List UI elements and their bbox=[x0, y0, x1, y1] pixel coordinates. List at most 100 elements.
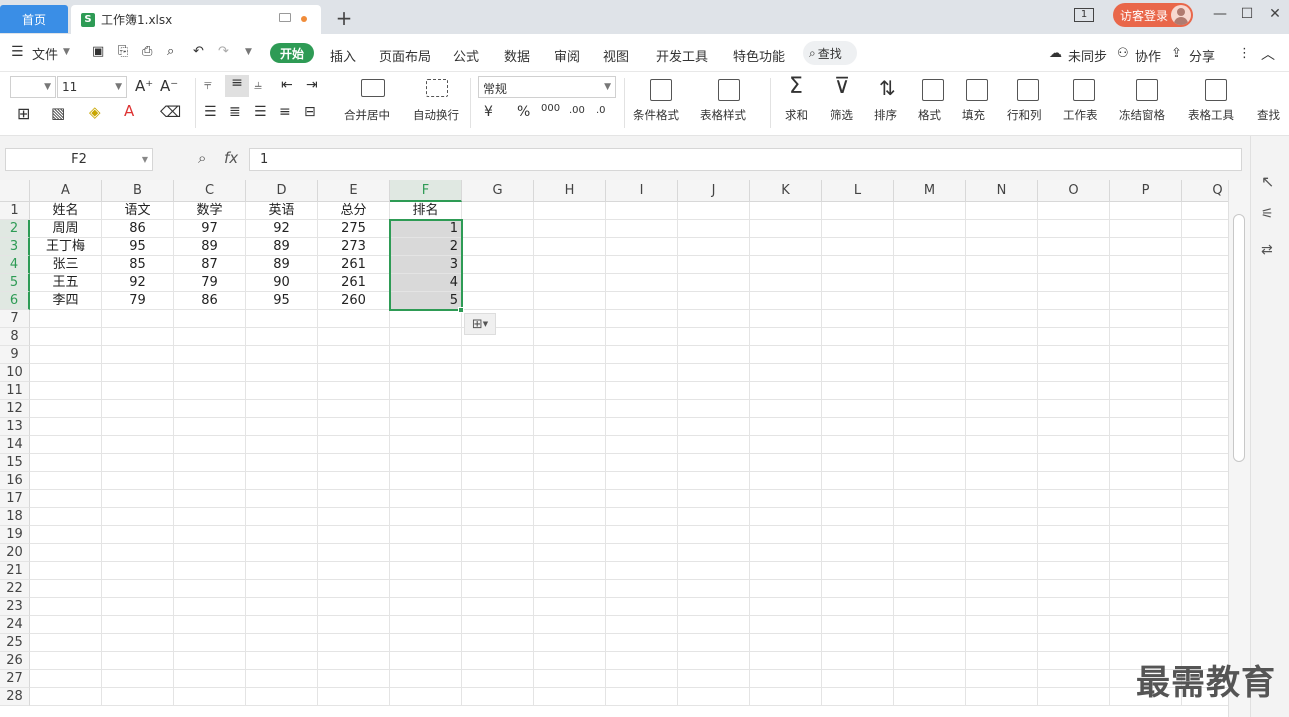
table-cell[interactable] bbox=[1110, 328, 1182, 346]
borders-icon[interactable]: ⊞ bbox=[17, 104, 30, 123]
table-cell[interactable] bbox=[390, 580, 462, 598]
fill-down-icon[interactable] bbox=[966, 79, 988, 101]
table-cell[interactable] bbox=[750, 364, 822, 382]
table-cell[interactable] bbox=[1038, 652, 1110, 670]
table-cell[interactable] bbox=[462, 364, 534, 382]
table-cell[interactable] bbox=[822, 346, 894, 364]
collab-icon[interactable]: ⚇ bbox=[1117, 46, 1129, 61]
table-cell[interactable] bbox=[246, 310, 318, 328]
column-header[interactable]: F bbox=[390, 180, 462, 202]
table-cell[interactable] bbox=[966, 238, 1038, 256]
table-cell[interactable] bbox=[822, 634, 894, 652]
row-header[interactable]: 24 bbox=[0, 616, 30, 634]
column-header[interactable]: O bbox=[1038, 180, 1110, 202]
table-cell[interactable] bbox=[966, 544, 1038, 562]
table-cell[interactable] bbox=[966, 328, 1038, 346]
table-cell[interactable] bbox=[678, 382, 750, 400]
table-cell[interactable]: 275 bbox=[318, 220, 390, 238]
row-header[interactable]: 7 bbox=[0, 310, 30, 328]
table-cell[interactable] bbox=[606, 508, 678, 526]
table-cell[interactable] bbox=[318, 598, 390, 616]
table-cell[interactable] bbox=[174, 400, 246, 418]
table-cell[interactable] bbox=[462, 256, 534, 274]
table-cell[interactable] bbox=[1182, 526, 1228, 544]
table-cell[interactable] bbox=[174, 634, 246, 652]
table-cell[interactable] bbox=[102, 382, 174, 400]
table-cell[interactable] bbox=[390, 490, 462, 508]
table-cell[interactable] bbox=[1038, 544, 1110, 562]
table-cell[interactable] bbox=[822, 202, 894, 220]
table-cell[interactable] bbox=[102, 346, 174, 364]
vertical-scrollbar[interactable] bbox=[1228, 180, 1250, 717]
table-cell[interactable] bbox=[966, 670, 1038, 688]
table-cell[interactable] bbox=[750, 274, 822, 292]
table-cell[interactable] bbox=[390, 472, 462, 490]
table-cell[interactable] bbox=[822, 562, 894, 580]
table-cell[interactable] bbox=[462, 580, 534, 598]
table-cell[interactable]: 语文 bbox=[102, 202, 174, 220]
spreadsheet-grid[interactable]: A B C D E F G H I J K L M N O P Q 1 姓名 语文 数学 英语 总分 排名 2 周周 86 97 92 2… bbox=[0, 180, 1228, 717]
menu-tab-formulas[interactable]: 公式 bbox=[453, 46, 479, 65]
table-cell[interactable] bbox=[1038, 670, 1110, 688]
distribute-icon[interactable]: ⊟ bbox=[304, 104, 316, 120]
table-cell[interactable] bbox=[966, 274, 1038, 292]
table-cell[interactable] bbox=[534, 562, 606, 580]
table-cell[interactable] bbox=[246, 328, 318, 346]
table-cell[interactable] bbox=[894, 202, 966, 220]
table-cell[interactable] bbox=[30, 418, 102, 436]
row-header[interactable]: 21 bbox=[0, 562, 30, 580]
table-cell[interactable] bbox=[174, 508, 246, 526]
table-cell[interactable] bbox=[462, 202, 534, 220]
table-cell[interactable] bbox=[966, 472, 1038, 490]
sync-status[interactable]: 未同步 bbox=[1068, 46, 1107, 65]
table-cell[interactable] bbox=[1182, 202, 1228, 220]
table-cell[interactable] bbox=[30, 346, 102, 364]
table-cell[interactable] bbox=[102, 400, 174, 418]
table-cell[interactable] bbox=[1182, 454, 1228, 472]
table-cell[interactable] bbox=[678, 562, 750, 580]
table-cell[interactable] bbox=[1110, 490, 1182, 508]
table-cell[interactable] bbox=[390, 454, 462, 472]
zoom-icon[interactable]: ⌕ bbox=[198, 149, 206, 167]
table-cell[interactable]: 张三 bbox=[30, 256, 102, 274]
table-cell[interactable] bbox=[534, 508, 606, 526]
table-cell[interactable] bbox=[750, 418, 822, 436]
table-cell[interactable] bbox=[966, 346, 1038, 364]
worksheet-button[interactable]: 工作表 bbox=[1063, 107, 1098, 123]
table-cell[interactable] bbox=[1038, 220, 1110, 238]
share-icon[interactable]: ⇪ bbox=[1171, 46, 1182, 61]
table-cell[interactable] bbox=[318, 544, 390, 562]
table-cell[interactable] bbox=[462, 670, 534, 688]
fill-button[interactable]: 填充 bbox=[962, 107, 985, 123]
table-cell[interactable] bbox=[318, 490, 390, 508]
table-cell[interactable]: 总分 bbox=[318, 202, 390, 220]
table-cell[interactable]: 姓名 bbox=[30, 202, 102, 220]
table-cell[interactable] bbox=[1110, 562, 1182, 580]
table-cell[interactable] bbox=[534, 490, 606, 508]
table-cell[interactable] bbox=[318, 616, 390, 634]
table-cell[interactable] bbox=[1110, 220, 1182, 238]
table-cell[interactable] bbox=[750, 238, 822, 256]
table-cell[interactable] bbox=[30, 526, 102, 544]
scrollbar-thumb[interactable] bbox=[1233, 214, 1245, 462]
table-cell[interactable] bbox=[462, 418, 534, 436]
table-cell[interactable] bbox=[606, 346, 678, 364]
table-cell[interactable] bbox=[30, 490, 102, 508]
table-cell[interactable] bbox=[390, 364, 462, 382]
table-cell[interactable]: 王丁梅 bbox=[30, 238, 102, 256]
menu-tab-data[interactable]: 数据 bbox=[504, 46, 530, 65]
table-cell[interactable]: 排名 bbox=[390, 202, 462, 220]
table-cell[interactable] bbox=[1110, 400, 1182, 418]
row-header[interactable]: 3 bbox=[0, 238, 30, 256]
table-cell[interactable] bbox=[678, 400, 750, 418]
table-cell[interactable] bbox=[894, 274, 966, 292]
table-cell[interactable] bbox=[678, 328, 750, 346]
table-cell[interactable] bbox=[1038, 562, 1110, 580]
row-header[interactable]: 17 bbox=[0, 490, 30, 508]
find-button[interactable]: 查找 bbox=[1257, 107, 1289, 123]
table-cell[interactable]: 95 bbox=[102, 238, 174, 256]
table-cell[interactable] bbox=[30, 400, 102, 418]
table-cell[interactable] bbox=[678, 526, 750, 544]
row-header[interactable]: 14 bbox=[0, 436, 30, 454]
row-header[interactable]: 25 bbox=[0, 634, 30, 652]
